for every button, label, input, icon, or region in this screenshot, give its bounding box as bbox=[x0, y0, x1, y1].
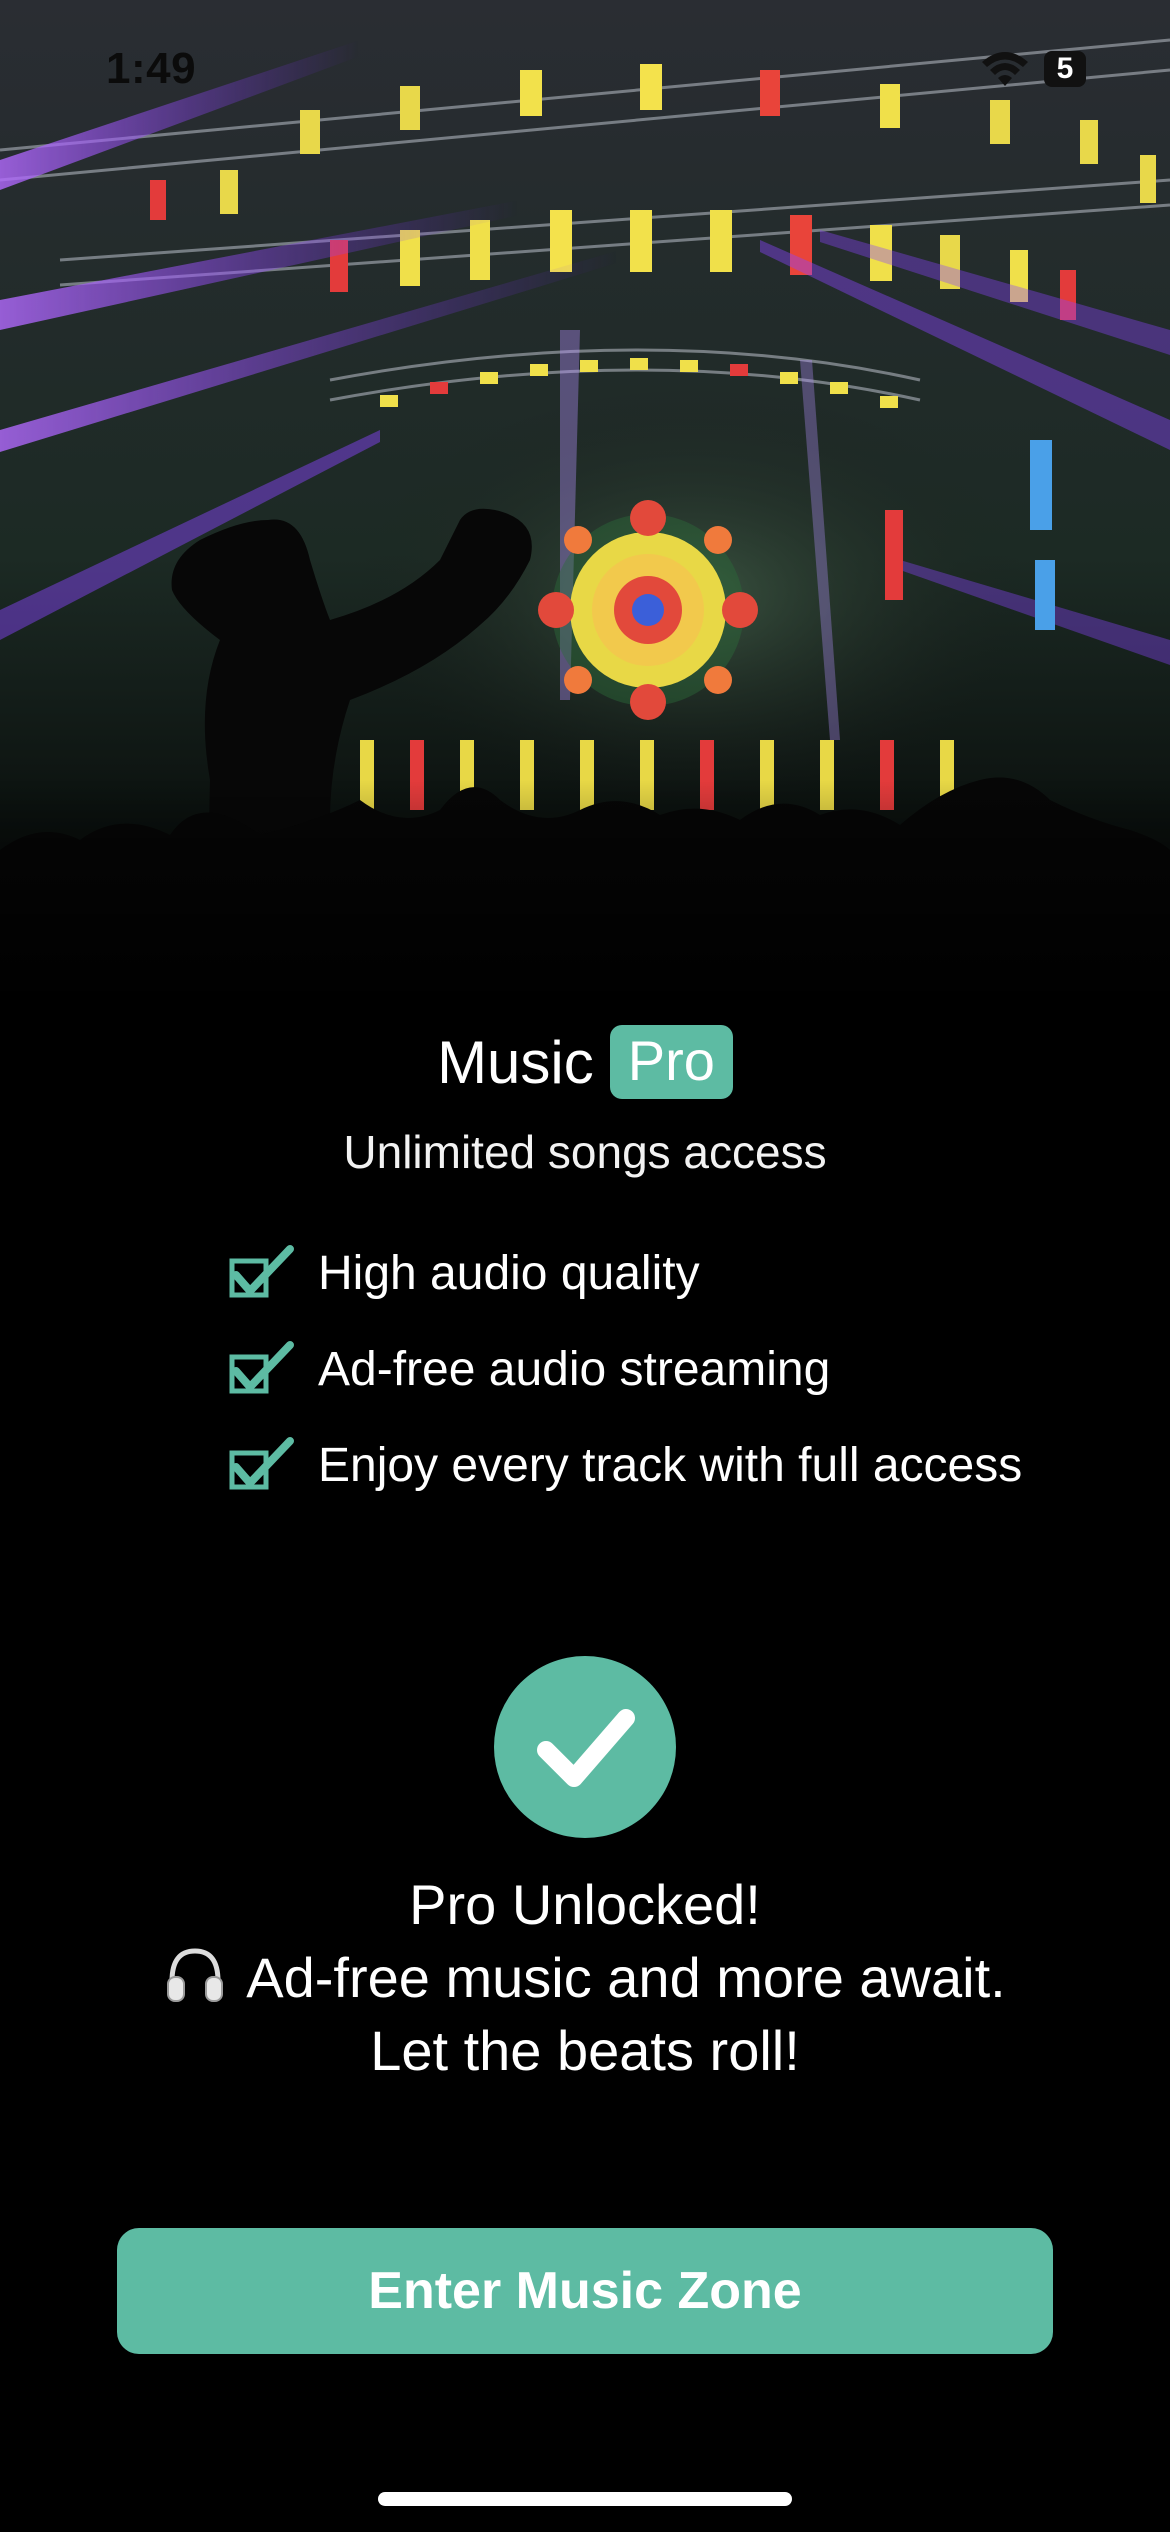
subtitle: Unlimited songs access bbox=[343, 1126, 827, 1178]
wifi-icon bbox=[982, 52, 1028, 86]
success-message: Pro Unlocked! Ad-free music and more awa… bbox=[0, 1868, 1170, 2087]
status-indicators: 5 bbox=[980, 50, 1086, 88]
check-mark-icon bbox=[229, 1341, 294, 1394]
message-line-2-text: Ad-free music and more await. bbox=[246, 1946, 1006, 2009]
home-indicator[interactable] bbox=[378, 2492, 792, 2506]
feature-label: Enjoy every track with full access bbox=[318, 1438, 1023, 1492]
feature-label: High audio quality bbox=[318, 1246, 700, 1300]
message-line-1: Pro Unlocked! bbox=[409, 1873, 761, 1936]
check-circle-icon bbox=[494, 1656, 676, 1838]
headphones-icon bbox=[167, 1948, 224, 2002]
check-mark-icon bbox=[229, 1245, 294, 1298]
page-title: Music Pro bbox=[0, 1022, 1170, 1102]
status-time: 1:49 bbox=[106, 44, 197, 93]
feature-list: High audio quality Ad-free audio streami… bbox=[226, 1225, 1022, 1513]
feature-item: Enjoy every track with full access bbox=[226, 1417, 1022, 1513]
message-line-2: Ad-free music and more await. bbox=[0, 1941, 1170, 2014]
title-text: Music bbox=[437, 1028, 594, 1096]
feature-item: High audio quality bbox=[226, 1225, 1022, 1321]
enter-music-zone-button[interactable]: Enter Music Zone bbox=[117, 2228, 1053, 2354]
feature-item: Ad-free audio streaming bbox=[226, 1321, 1022, 1417]
battery-icon: 5 bbox=[1044, 51, 1086, 87]
check-mark-icon bbox=[229, 1437, 294, 1490]
hero-concert-image bbox=[0, 0, 1170, 1010]
feature-label: Ad-free audio streaming bbox=[318, 1342, 831, 1396]
message-line-3: Let the beats roll! bbox=[370, 2019, 800, 2082]
status-bar: 1:49 5 bbox=[0, 0, 1170, 150]
pro-badge: Pro bbox=[609, 1025, 733, 1099]
